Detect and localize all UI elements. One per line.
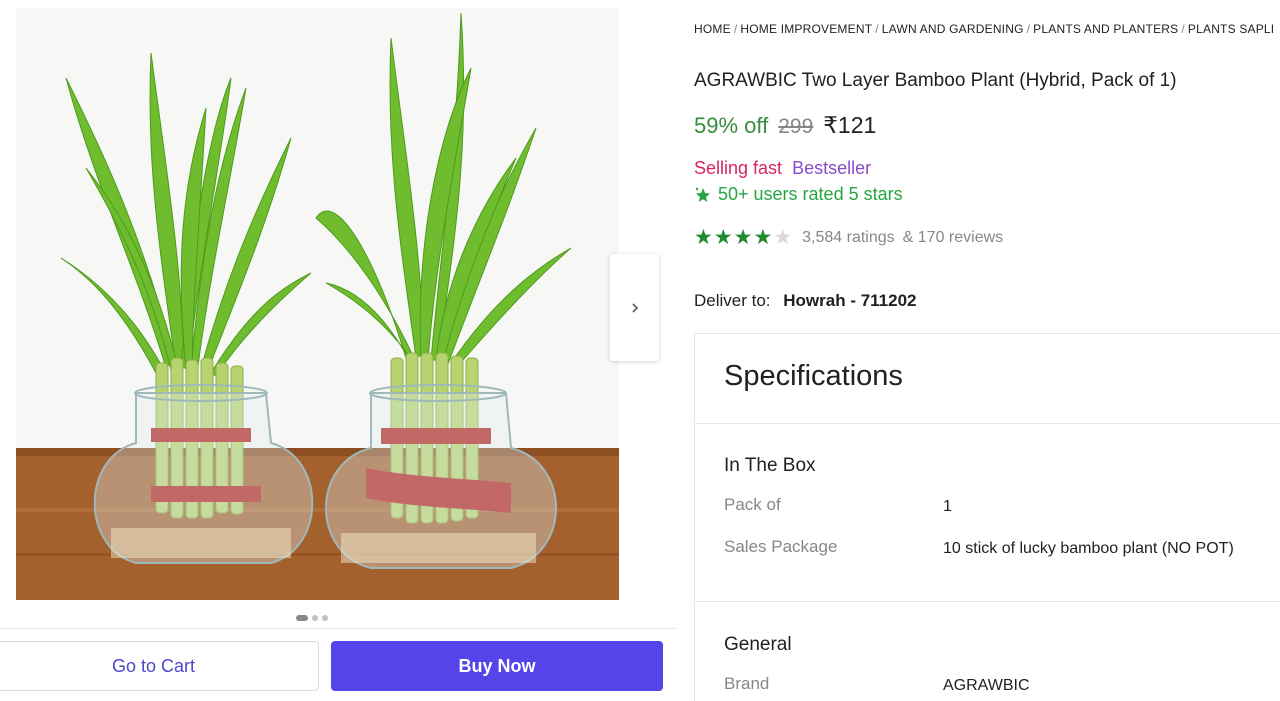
- breadcrumb-plants-saplings[interactable]: PLANTS SAPLI: [1188, 22, 1274, 36]
- delivery-location[interactable]: Deliver to: Howrah - 711202: [694, 291, 917, 311]
- star-icon: ★: [694, 226, 713, 249]
- spec-value: AGRAWBIC: [943, 677, 1030, 694]
- specifications-card: Specifications In The Box Pack of 1 Sale…: [694, 333, 1280, 701]
- breadcrumb-home[interactable]: HOME: [694, 22, 731, 36]
- bestseller-badge: Bestseller: [792, 158, 872, 178]
- chevron-right-icon: [631, 302, 638, 313]
- spec-key: Sales Package: [724, 537, 838, 556]
- star-icon: ★: [753, 226, 773, 249]
- breadcrumb-separator: /: [1026, 22, 1031, 36]
- image-carousel-dots: [296, 615, 328, 621]
- specifications-title: Specifications: [724, 360, 903, 392]
- product-details: HOME / HOME IMPROVEMENT / LAWN AND GARDENING…: [694, 0, 1280, 701]
- spec-value: 10 stick of lucky bamboo plant (NO POT): [943, 540, 1234, 557]
- product-title: AGRAWBIC Two Layer Bamboo Plant (Hybrid,…: [694, 70, 1177, 91]
- divider: [0, 628, 676, 629]
- delivery-pincode: Howrah - 711202: [783, 291, 917, 310]
- breadcrumb: HOME / HOME IMPROVEMENT / LAWN AND GARDENING…: [694, 22, 1274, 36]
- original-price: 299: [778, 115, 814, 138]
- selling-price: ₹121: [823, 112, 877, 138]
- star-icon: ★: [713, 226, 733, 249]
- carousel-dot[interactable]: [296, 615, 308, 621]
- next-image-button[interactable]: [610, 254, 659, 361]
- breadcrumb-home-improvement[interactable]: HOME IMPROVEMENT: [740, 22, 872, 36]
- go-to-cart-button[interactable]: Go to Cart: [0, 641, 319, 691]
- rating-summary[interactable]: ★ ★ ★ ★ ★ 3,584 ratings & 170 reviews: [694, 227, 1003, 248]
- star-rating: ★ ★ ★ ★ ★: [694, 227, 792, 248]
- spec-section-title: General: [724, 634, 792, 655]
- breadcrumb-plants-planters[interactable]: PLANTS AND PLANTERS: [1033, 22, 1178, 36]
- breadcrumb-separator: /: [875, 22, 879, 36]
- divider: [695, 423, 1280, 424]
- spec-key: Brand: [724, 674, 770, 693]
- users-rated-banner: 50+ users rated 5 stars: [694, 184, 903, 205]
- sparkle-star-icon: [695, 187, 710, 202]
- users-rated-text: 50+ users rated 5 stars: [718, 184, 903, 204]
- bamboo-plant-illustration: [16, 8, 619, 600]
- reviews-count: & 170 reviews: [902, 228, 1004, 246]
- product-tags: Selling fast Bestseller: [694, 158, 871, 179]
- carousel-dot[interactable]: [312, 615, 318, 621]
- breadcrumb-separator: /: [733, 22, 738, 36]
- product-image[interactable]: [16, 8, 619, 600]
- selling-fast-badge: Selling fast: [694, 158, 783, 178]
- carousel-dot[interactable]: [322, 615, 328, 621]
- price-row: 59% off 299 ₹121: [694, 112, 876, 139]
- spec-section-title: In The Box: [724, 455, 816, 476]
- buy-now-button[interactable]: Buy Now: [331, 641, 663, 691]
- breadcrumb-lawn-gardening[interactable]: LAWN AND GARDENING: [882, 22, 1024, 36]
- divider: [695, 601, 1280, 602]
- ratings-count: 3,584 ratings: [802, 228, 895, 246]
- image-gallery: Go to Cart Buy Now: [0, 0, 676, 701]
- star-icon: ★: [733, 226, 753, 249]
- star-empty-icon: ★: [773, 226, 793, 249]
- spec-value: 1: [943, 498, 952, 515]
- discount-percent: 59% off: [694, 113, 769, 138]
- spec-key: Pack of: [724, 495, 781, 514]
- deliver-to-label: Deliver to:: [694, 291, 771, 310]
- breadcrumb-separator: /: [1181, 22, 1185, 36]
- product-page: Go to Cart Buy Now HOME / HOME IMPROVEMENT…: [0, 0, 1280, 701]
